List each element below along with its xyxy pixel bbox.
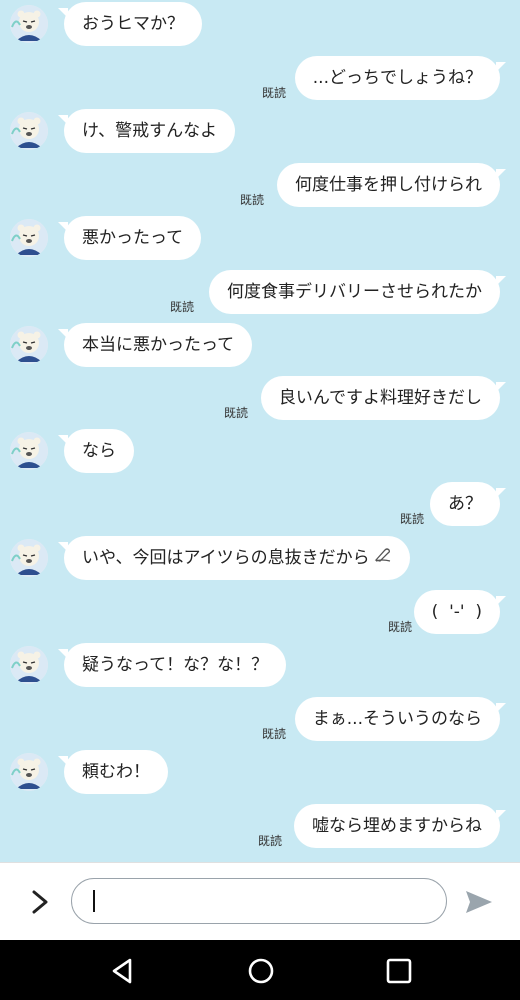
- message-composer: [0, 862, 520, 940]
- system-navigation-bar: [0, 940, 520, 1000]
- message-bubble[interactable]: あ？: [430, 482, 506, 526]
- message-text: いや、今回はアイツらの息抜きだから: [82, 548, 370, 568]
- message-bubble[interactable]: 疑うなって！な？な！？: [57, 643, 287, 687]
- chevron-right-icon[interactable]: [26, 887, 54, 917]
- circle-home-icon[interactable]: [246, 956, 276, 986]
- message-bubble[interactable]: いや、今回はアイツらの息抜きだから: [58, 536, 410, 580]
- message-bubble[interactable]: ( '-' ): [413, 590, 507, 634]
- message-bubble[interactable]: 本当に悪かったって: [57, 323, 253, 367]
- message-bubble[interactable]: 頼むわ！: [58, 750, 168, 794]
- read-receipt: 既読: [169, 300, 194, 314]
- message-bubble[interactable]: まぁ...そういうのなら: [294, 697, 507, 741]
- message-row: いや、今回はアイツらの息抜きだから: [0, 536, 520, 580]
- message-row: 既読 まぁ...そういうのなら: [0, 697, 520, 741]
- message-row: 疑うなって！な？な！？: [0, 643, 520, 687]
- read-receipt: 既読: [257, 834, 282, 848]
- message-row: け、警戒すんなよ: [0, 109, 520, 153]
- message-row: 既読 良いんですよ料理好きだし: [0, 376, 520, 420]
- message-text: け、警戒すんなよ: [82, 121, 218, 141]
- message-text: 嘘なら埋めますからね: [312, 816, 482, 836]
- message-text: まぁ...そういうのなら: [312, 709, 482, 729]
- read-receipt: 既読: [239, 193, 264, 207]
- avatar[interactable]: [10, 539, 48, 577]
- message-text: 良いんですよ料理好きだし: [278, 388, 482, 408]
- message-row: 既読 何度仕事を押し付けられ: [0, 163, 520, 207]
- message-bubble[interactable]: ...どっちでしょうね？: [294, 56, 507, 100]
- message-bubble[interactable]: 何度食事デリバリーさせられたか: [209, 270, 506, 314]
- message-input[interactable]: [71, 878, 447, 924]
- message-text: なら: [82, 441, 116, 461]
- message-text: ...どっちでしょうね？: [312, 68, 482, 88]
- square-recents-icon[interactable]: [384, 956, 414, 986]
- read-receipt: 既読: [223, 406, 248, 420]
- pencil-emoji-icon: [374, 536, 392, 580]
- message-text: 本当に悪かったって: [82, 335, 235, 355]
- avatar[interactable]: [10, 326, 48, 364]
- message-text: ( '-' ): [431, 602, 482, 622]
- message-row: 頼むわ！: [0, 750, 520, 794]
- message-text: 悪かったって: [82, 228, 184, 248]
- chat-area[interactable]: おうヒマか？ 既読 ...どっちでしょうね？ け、警戒すんなよ 既読 何度仕事を…: [0, 0, 520, 862]
- message-bubble[interactable]: 悪かったって: [57, 216, 202, 260]
- message-bubble[interactable]: 何度仕事を押し付けられ: [277, 163, 506, 207]
- message-row: なら: [0, 429, 520, 473]
- message-row: 既読 ...どっちでしょうね？: [0, 56, 520, 100]
- avatar[interactable]: [10, 112, 48, 150]
- message-text: おうヒマか？: [82, 14, 184, 34]
- message-text: 疑うなって！な？な！？: [82, 655, 269, 675]
- message-bubble[interactable]: なら: [58, 429, 134, 473]
- message-row: おうヒマか？: [0, 2, 520, 46]
- avatar[interactable]: [10, 5, 48, 43]
- triangle-back-icon[interactable]: [108, 956, 138, 986]
- read-receipt: 既読: [399, 512, 424, 526]
- read-receipt: 既読: [261, 86, 286, 100]
- message-row: 既読 嘘なら埋めますからね: [0, 804, 520, 848]
- avatar[interactable]: [10, 219, 48, 257]
- message-bubble[interactable]: け、警戒すんなよ: [57, 109, 236, 153]
- read-receipt: 既読: [261, 727, 286, 741]
- message-text: 頼むわ！: [82, 762, 150, 782]
- avatar[interactable]: [10, 753, 48, 791]
- message-row: 既読 ( '-' ): [0, 590, 520, 634]
- message-bubble[interactable]: 嘘なら埋めますからね: [294, 804, 506, 848]
- message-row: 既読 あ？: [0, 482, 520, 526]
- avatar[interactable]: [10, 432, 48, 470]
- text-cursor: [93, 890, 95, 912]
- read-receipt: 既読: [387, 620, 412, 634]
- avatar[interactable]: [10, 646, 48, 684]
- send-icon[interactable]: [462, 887, 496, 917]
- message-row: 悪かったって: [0, 216, 520, 260]
- message-text: 何度食事デリバリーさせられたか: [227, 282, 482, 302]
- message-bubble[interactable]: おうヒマか？: [58, 2, 202, 46]
- message-text: あ？: [448, 494, 482, 514]
- message-row: 本当に悪かったって: [0, 323, 520, 367]
- message-bubble[interactable]: 良いんですよ料理好きだし: [260, 376, 507, 420]
- message-row: 既読 何度食事デリバリーさせられたか: [0, 270, 520, 314]
- message-text: 何度仕事を押し付けられ: [295, 175, 482, 195]
